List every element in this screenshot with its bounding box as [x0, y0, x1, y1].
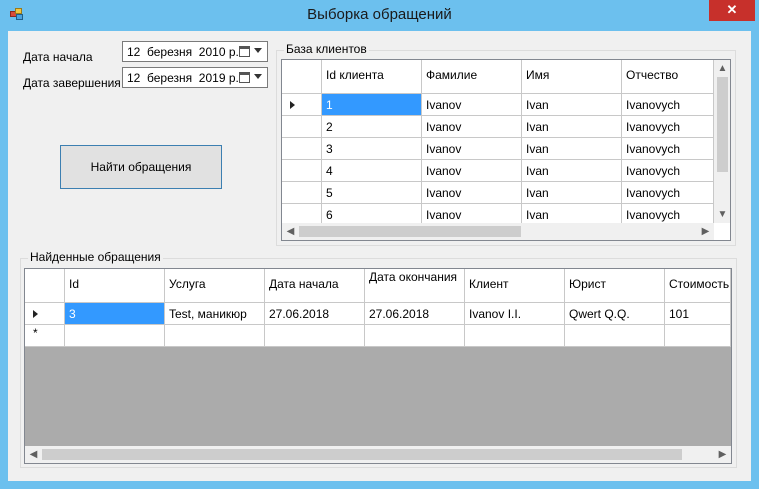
- table-row[interactable]: 3 Ivanov Ivan Ivanovych: [282, 138, 714, 160]
- table-cell[interactable]: Qwert Q.Q.: [565, 303, 665, 325]
- table-cell[interactable]: Ivanov: [422, 160, 522, 182]
- new-row[interactable]: *: [25, 325, 731, 347]
- scroll-left-icon[interactable]: ◀: [282, 223, 299, 240]
- row-header-corner: [282, 60, 322, 94]
- scroll-down-icon[interactable]: ▼: [714, 206, 730, 223]
- scroll-left-icon[interactable]: ◀: [25, 446, 42, 463]
- table-cell[interactable]: Ivanov I.I.: [465, 303, 565, 325]
- table-cell[interactable]: Ivan: [522, 160, 622, 182]
- table-cell[interactable]: Ivan: [522, 182, 622, 204]
- table-cell[interactable]: Ivanov: [422, 94, 522, 116]
- requests-horizontal-scrollbar[interactable]: ◀ ▶: [25, 446, 731, 463]
- calendar-icon[interactable]: [239, 46, 250, 57]
- table-cell[interactable]: 27.06.2018: [365, 303, 465, 325]
- scroll-right-icon[interactable]: ▶: [697, 223, 714, 240]
- clients-grid[interactable]: Id клиента Фамилие Имя Отчество 1 Ivanov I…: [281, 59, 731, 241]
- column-header[interactable]: Фамилие: [422, 60, 522, 94]
- table-cell[interactable]: [265, 325, 365, 347]
- clients-header-row: Id клиента Фамилие Имя Отчество: [282, 60, 714, 94]
- row-header[interactable]: [282, 116, 322, 138]
- column-header[interactable]: Дата окончания: [365, 269, 465, 303]
- end-date-label: Дата завершения: [23, 76, 121, 90]
- row-header[interactable]: *: [25, 325, 65, 347]
- table-cell[interactable]: Ivanovych: [622, 138, 714, 160]
- scroll-thumb[interactable]: [42, 449, 682, 460]
- new-row-star-icon: *: [33, 326, 38, 340]
- table-cell[interactable]: Test, маникюр: [165, 303, 265, 325]
- scroll-thumb[interactable]: [299, 226, 521, 237]
- form-client-area: Дата начала 12 березня 2010 р. Дата заве…: [8, 31, 751, 481]
- scroll-thumb[interactable]: [717, 77, 728, 172]
- row-header-corner: [25, 269, 65, 303]
- close-button[interactable]: ✕: [709, 0, 755, 21]
- table-cell[interactable]: Ivanov: [422, 138, 522, 160]
- table-cell[interactable]: 2: [322, 116, 422, 138]
- calendar-icon[interactable]: [239, 72, 250, 83]
- table-cell[interactable]: Ivanov: [422, 116, 522, 138]
- table-cell[interactable]: [165, 325, 265, 347]
- column-header[interactable]: Отчество: [622, 60, 714, 94]
- scroll-up-icon[interactable]: ▲: [714, 60, 730, 77]
- row-header[interactable]: [282, 94, 322, 116]
- start-date-value: 12 березня 2010 р.: [127, 45, 239, 59]
- close-icon: ✕: [726, 2, 738, 17]
- find-requests-button[interactable]: Найти обращения: [60, 145, 222, 189]
- clients-vertical-scrollbar[interactable]: ▲ ▼: [714, 60, 730, 223]
- window-title: Выборка обращений: [307, 6, 452, 23]
- requests-group-title: Найденные обращения: [28, 250, 163, 264]
- table-row[interactable]: 1 Ivanov Ivan Ivanovych: [282, 94, 714, 116]
- table-cell[interactable]: 101: [665, 303, 731, 325]
- table-cell[interactable]: 5: [322, 182, 422, 204]
- row-pointer-icon: [290, 101, 295, 109]
- table-cell[interactable]: [365, 325, 465, 347]
- row-header[interactable]: [25, 303, 65, 325]
- table-cell[interactable]: 1: [322, 94, 422, 116]
- row-header[interactable]: [282, 160, 322, 182]
- row-header[interactable]: [282, 182, 322, 204]
- main-window: Выборка обращений ✕ Дата начала 12 берез…: [0, 0, 759, 489]
- table-cell[interactable]: Ivanovych: [622, 160, 714, 182]
- table-cell[interactable]: Ivan: [522, 138, 622, 160]
- table-row[interactable]: 2 Ivanov Ivan Ivanovych: [282, 116, 714, 138]
- table-cell[interactable]: 27.06.2018: [265, 303, 365, 325]
- table-cell[interactable]: Ivanovych: [622, 94, 714, 116]
- column-header[interactable]: Юрист: [565, 269, 665, 303]
- title-bar[interactable]: Выборка обращений ✕: [0, 0, 759, 31]
- column-header[interactable]: Id клиента: [322, 60, 422, 94]
- end-date-picker[interactable]: 12 березня 2019 р.: [122, 67, 268, 88]
- chevron-down-icon[interactable]: [254, 74, 262, 79]
- start-date-label: Дата начала: [23, 50, 93, 64]
- table-cell[interactable]: [465, 325, 565, 347]
- clients-horizontal-scrollbar[interactable]: ◀ ▶: [282, 223, 714, 240]
- table-cell[interactable]: Ivan: [522, 116, 622, 138]
- table-cell[interactable]: [65, 325, 165, 347]
- table-cell[interactable]: 4: [322, 160, 422, 182]
- column-header[interactable]: Клиент: [465, 269, 565, 303]
- column-header[interactable]: Дата начала: [265, 269, 365, 303]
- row-header[interactable]: [282, 138, 322, 160]
- chevron-down-icon[interactable]: [254, 48, 262, 53]
- column-header[interactable]: Услуга: [165, 269, 265, 303]
- end-date-value: 12 березня 2019 р.: [127, 71, 239, 85]
- column-header[interactable]: Id: [65, 269, 165, 303]
- table-row[interactable]: 5 Ivanov Ivan Ivanovych: [282, 182, 714, 204]
- table-cell[interactable]: 3: [65, 303, 165, 325]
- scroll-right-icon[interactable]: ▶: [714, 446, 731, 463]
- column-header[interactable]: Стоимость: [665, 269, 731, 303]
- table-cell[interactable]: Ivan: [522, 94, 622, 116]
- table-cell[interactable]: Ivanov: [422, 182, 522, 204]
- table-cell[interactable]: Ivanovych: [622, 182, 714, 204]
- column-header[interactable]: Имя: [522, 60, 622, 94]
- requests-header-row: Id Услуга Дата начала Дата окончания Кли…: [25, 269, 731, 303]
- requests-grid[interactable]: Id Услуга Дата начала Дата окончания Кли…: [24, 268, 732, 464]
- clients-group-title: База клиентов: [284, 42, 369, 56]
- table-row[interactable]: 3 Test, маникюр 27.06.2018 27.06.2018 Ivanov…: [25, 303, 731, 325]
- table-cell[interactable]: 3: [322, 138, 422, 160]
- table-row[interactable]: 4 Ivanov Ivan Ivanovych: [282, 160, 714, 182]
- table-cell[interactable]: [565, 325, 665, 347]
- start-date-picker[interactable]: 12 березня 2010 р.: [122, 41, 268, 62]
- table-cell[interactable]: [665, 325, 731, 347]
- table-cell[interactable]: Ivanovych: [622, 116, 714, 138]
- row-pointer-icon: [33, 310, 38, 318]
